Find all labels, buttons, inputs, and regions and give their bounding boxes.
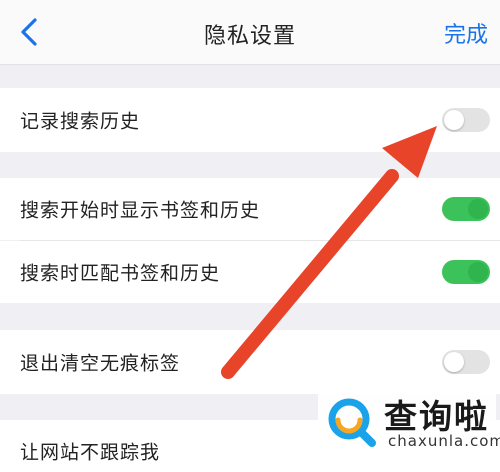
toggle-knob — [468, 199, 488, 219]
done-button[interactable]: 完成 — [444, 17, 488, 49]
show-bookmarks-history-toggle[interactable] — [442, 197, 490, 221]
match-bookmarks-history-toggle[interactable] — [442, 260, 490, 284]
setting-label: 记录搜索历史 — [20, 110, 141, 133]
watermark-url: chaxunla.com — [388, 432, 500, 450]
page-title: 隐私设置 — [203, 24, 296, 49]
clear-incognito-tabs-toggle[interactable] — [442, 350, 490, 374]
setting-label: 退出清空无痕标签 — [20, 352, 181, 375]
toggle-knob — [444, 110, 464, 130]
magnifier-logo-icon — [328, 398, 376, 447]
setting-row-show-bookmarks-history[interactable]: 搜索开始时显示书签和历史 — [0, 178, 500, 240]
record-search-history-toggle[interactable] — [442, 108, 490, 132]
setting-row-record-search-history[interactable]: 记录搜索历史 — [0, 88, 500, 152]
setting-label: 搜索时匹配书签和历史 — [20, 262, 221, 285]
watermark-text: 查询啦 — [384, 397, 489, 436]
setting-label: 搜索开始时显示书签和历史 — [20, 199, 261, 222]
setting-row-match-bookmarks-history[interactable]: 搜索时匹配书签和历史 — [0, 241, 500, 303]
setting-label: 让网站不跟踪我 — [20, 441, 161, 464]
toggle-knob — [444, 352, 464, 372]
toggle-knob — [468, 262, 488, 282]
watermark: 查询啦 chaxunla.com — [318, 384, 500, 456]
navigation-bar: 隐私设置 完成 — [0, 0, 500, 65]
